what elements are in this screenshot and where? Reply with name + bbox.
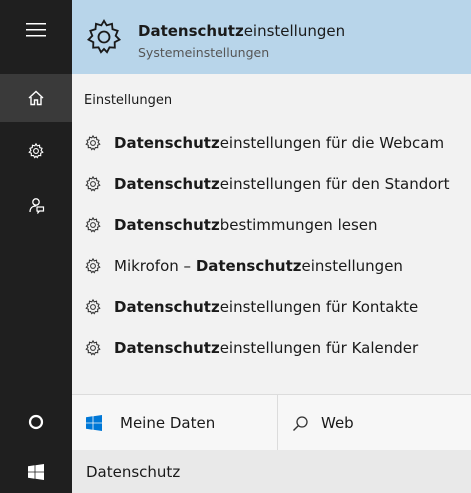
gear-icon [85, 175, 101, 191]
gear-icon [28, 142, 44, 159]
result-item[interactable]: Datenschutzbestimmungen lesen [72, 204, 471, 245]
best-match-title: Datenschutzeinstellungen [138, 22, 346, 40]
result-label: Datenschutzeinstellungen für Kontakte [114, 297, 419, 316]
scope-tabs: Meine Daten Web [72, 394, 471, 451]
search-results-panel: Datenschutzeinstellungen Systemeinstellu… [72, 0, 471, 493]
results-list: Datenschutzeinstellungen für die Webcam … [72, 122, 471, 368]
section-header: Einstellungen [84, 93, 173, 108]
gear-icon [85, 134, 101, 150]
left-rail [0, 0, 72, 493]
gear-icon [85, 257, 101, 273]
result-label: Mikrofon – Datenschutzeinstellungen [114, 256, 403, 275]
result-label: Datenschutzeinstellungen für Kalender [114, 338, 419, 357]
result-label: Datenschutzeinstellungen für die Webcam [114, 133, 445, 152]
tab-my-stuff[interactable]: Meine Daten [72, 395, 278, 451]
result-item[interactable]: Datenschutzeinstellungen für den Standor… [72, 163, 471, 204]
result-item[interactable]: Datenschutzeinstellungen für Kalender [72, 327, 471, 368]
tab-my-stuff-label: Meine Daten [120, 414, 216, 432]
home-icon [28, 90, 44, 106]
windows-logo-icon [28, 463, 44, 480]
start-button[interactable] [0, 450, 72, 493]
result-label: Datenschutzbestimmungen lesen [114, 215, 378, 234]
tab-web-label: Web [321, 414, 354, 432]
hamburger-menu-icon [26, 23, 46, 37]
gear-icon [85, 298, 101, 314]
cortana-circle-icon [28, 414, 44, 430]
settings-button[interactable] [0, 130, 72, 172]
search-box[interactable]: Datenschutz [72, 450, 471, 493]
gear-icon [85, 216, 101, 232]
feedback-button[interactable] [0, 184, 72, 226]
result-item[interactable]: Mikrofon – Datenschutzeinstellungen [72, 245, 471, 286]
result-label: Datenschutzeinstellungen für den Standor… [114, 174, 450, 193]
best-match-subtitle: Systemeinstellungen [138, 45, 270, 60]
windows-logo-icon [86, 415, 102, 431]
result-item[interactable]: Datenschutzeinstellungen für die Webcam [72, 122, 471, 163]
search-icon [293, 415, 308, 431]
cortana-button[interactable] [0, 400, 72, 444]
start-search-window: Datenschutzeinstellungen Systemeinstellu… [0, 0, 471, 493]
search-input[interactable]: Datenschutz [86, 463, 180, 481]
home-button[interactable] [0, 74, 72, 122]
gear-icon [86, 19, 122, 54]
feedback-icon [29, 198, 45, 214]
tab-web[interactable]: Web [278, 395, 471, 451]
best-match-item[interactable]: Datenschutzeinstellungen Systemeinstellu… [72, 0, 471, 74]
hamburger-menu-button[interactable] [0, 0, 72, 60]
gear-icon [85, 339, 101, 355]
result-item[interactable]: Datenschutzeinstellungen für Kontakte [72, 286, 471, 327]
